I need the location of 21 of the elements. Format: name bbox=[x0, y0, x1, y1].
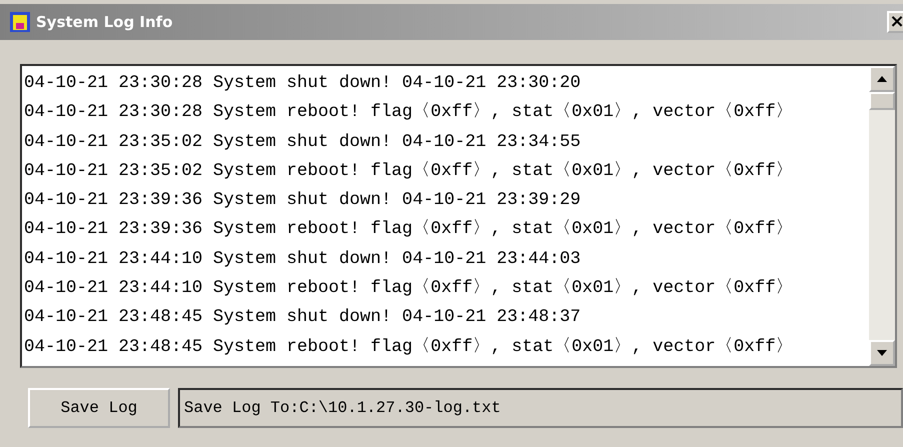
log-line: 04-10-21 23:44:10 System reboot! flag〈0xff〉, stat〈0x01〉, vector〈0xff〉 bbox=[24, 277, 795, 300]
scroll-up-button[interactable] bbox=[869, 66, 895, 92]
scroll-down-button[interactable] bbox=[869, 340, 895, 366]
down-arrow-icon bbox=[877, 350, 887, 356]
log-line: 04-10-21 23:35:02 System reboot! flag〈0xff〉, stat〈0x01〉, vector〈0xff〉 bbox=[24, 160, 795, 183]
save-path-field[interactable]: Save Log To:C:\10.1.27.30-log.txt bbox=[178, 388, 903, 428]
log-line: 04-10-21 23:48:45 System shut down! 04-10-21 23:48:37 bbox=[24, 306, 582, 330]
close-button[interactable]: × bbox=[887, 11, 903, 33]
log-line: 04-10-21 23:30:28 System shut down! 04-10-21 23:30:20 bbox=[24, 72, 582, 95]
up-arrow-icon bbox=[877, 76, 887, 82]
log-line: 04-10-21 23:39:36 System shut down! 04-10-21 23:39:29 bbox=[24, 189, 582, 212]
log-line: 04-10-21 23:48:45 System reboot! flag〈0xff〉, stat〈0x01〉, vector〈0xff〉 bbox=[24, 336, 795, 359]
log-line: 04-10-21 23:30:28 System reboot! flag〈0xff〉, stat〈0x01〉, vector〈0xff〉 bbox=[24, 101, 795, 124]
scroll-thumb[interactable] bbox=[869, 92, 895, 110]
window-title: System Log Info bbox=[36, 13, 174, 31]
scrollbar[interactable] bbox=[869, 66, 895, 366]
app-icon bbox=[10, 12, 30, 32]
log-line: 04-10-21 23:35:02 System shut down! 04-10-21 23:34:55 bbox=[24, 130, 582, 154]
log-line: 04-10-21 23:39:36 System reboot! flag〈0xff〉, stat〈0x01〉, vector〈0xff〉 bbox=[24, 218, 795, 242]
log-line: 04-10-21 23:44:10 System shut down! 04-10-21 23:44:03 bbox=[24, 248, 582, 271]
save-log-button[interactable]: Save Log bbox=[28, 388, 170, 428]
